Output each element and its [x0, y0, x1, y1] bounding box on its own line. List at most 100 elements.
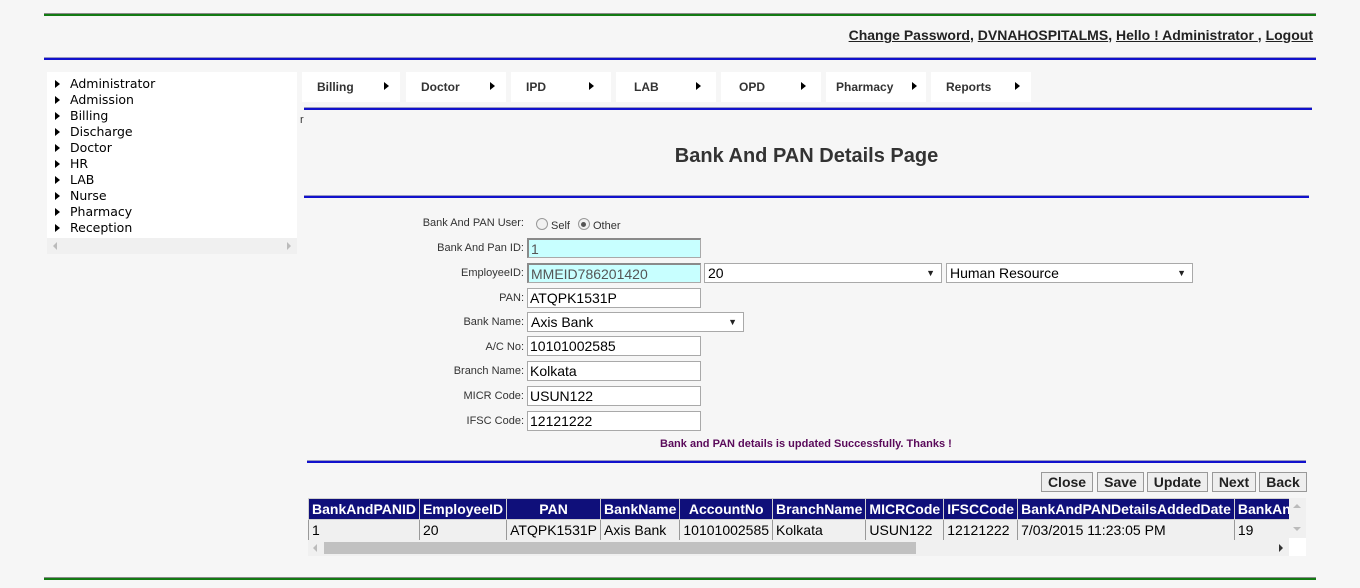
menu-billing[interactable]: Billing [302, 72, 400, 102]
user-type-row: Bank And PAN User: Self Other [300, 213, 700, 235]
scrollbar-thumb[interactable] [324, 542, 916, 554]
table-cell: 12121222 [943, 519, 1019, 540]
sidebar-item-lab[interactable]: LAB [47, 172, 297, 188]
expand-arrow-icon [55, 80, 60, 88]
micr-code-field[interactable] [527, 386, 701, 406]
column-header[interactable]: BankAndPANDetailsAddedDate [1017, 498, 1235, 520]
bank-details-grid: BankAndPANID EmployeeID PAN BankName Acc… [308, 498, 1306, 556]
pan-field[interactable] [527, 288, 701, 308]
sidebar-item-doctor[interactable]: Doctor [47, 140, 297, 156]
other-radio[interactable] [577, 218, 590, 230]
bank-name-select[interactable]: Axis Bank ▼ [527, 312, 744, 332]
submenu-arrow-icon [801, 82, 806, 90]
menu-opd[interactable]: OPD [721, 72, 821, 102]
ifsc-code-label: IFSC Code: [466, 415, 524, 427]
expand-arrow-icon [55, 144, 60, 152]
dropdown-arrow-icon: ▼ [1177, 268, 1186, 278]
self-radio-label[interactable]: Self [551, 220, 570, 232]
expand-arrow-icon [55, 160, 60, 168]
close-button[interactable]: Close [1041, 472, 1093, 492]
scroll-right-icon[interactable] [287, 242, 291, 250]
title-divider [304, 195, 1309, 198]
page-title: Bank And PAN Details Page [674, 145, 939, 167]
sidebar-item-billing[interactable]: Billing [47, 108, 297, 124]
scrollbar-corner [1289, 538, 1306, 556]
save-button[interactable]: Save [1097, 472, 1144, 492]
menu-pharmacy[interactable]: Pharmacy [826, 72, 926, 102]
sidebar-horizontal-scrollbar[interactable] [47, 238, 297, 254]
table-cell: 7/03/2015 11:23:05 PM [1017, 519, 1235, 540]
submenu-arrow-icon [589, 82, 594, 90]
column-header[interactable]: AccountNo [679, 498, 774, 520]
grid-vertical-scrollbar[interactable] [1289, 498, 1306, 538]
hospital-name-link[interactable]: DVNAHOSPITALMS [978, 27, 1108, 43]
scroll-up-icon[interactable] [1293, 504, 1301, 508]
pan-label: PAN: [499, 292, 524, 304]
table-cell: Axis Bank [600, 519, 681, 540]
bank-pan-id-label: Bank And Pan ID: [437, 242, 524, 254]
table-cell: 1 [308, 519, 420, 540]
scroll-left-icon[interactable] [53, 242, 57, 250]
table-cell: 20 [418, 519, 508, 540]
logout-link[interactable]: Logout [1266, 27, 1313, 43]
column-header[interactable]: BranchName [772, 498, 867, 520]
expand-arrow-icon [55, 224, 60, 232]
change-password-link[interactable]: Change Password [849, 27, 970, 43]
sidebar-item-hr[interactable]: HR [47, 156, 297, 172]
user-type-label: Bank And PAN User: [422, 217, 524, 229]
back-button[interactable]: Back [1259, 472, 1307, 492]
expand-arrow-icon [55, 208, 60, 216]
menu-doctor[interactable]: Doctor [406, 72, 506, 102]
account-no-field[interactable] [527, 336, 701, 356]
other-radio-label[interactable]: Other [593, 220, 621, 232]
column-header[interactable]: BankAndPANID [308, 498, 420, 520]
bank-pan-id-field[interactable] [527, 238, 701, 258]
menu-reports[interactable]: Reports [931, 72, 1031, 102]
table-cell: Kolkata [772, 519, 867, 540]
hello-user-link[interactable]: Hello ! Administrator [1116, 27, 1258, 43]
sidebar-item-reception[interactable]: Reception [47, 220, 297, 236]
sidebar-item-pharmacy[interactable]: Pharmacy [47, 204, 297, 220]
expand-arrow-icon [55, 128, 60, 136]
submenu-arrow-icon [696, 82, 701, 90]
sidebar-item-discharge[interactable]: Discharge [47, 124, 297, 140]
column-header[interactable]: PAN [506, 498, 602, 520]
column-header[interactable]: IFSCCode [943, 498, 1019, 520]
scroll-down-icon[interactable] [1293, 527, 1301, 531]
next-button[interactable]: Next [1212, 472, 1256, 492]
link-separator: , [969, 27, 978, 43]
sidebar-item-administrator[interactable]: Administrator [47, 76, 297, 92]
table-cell: 10101002585 [679, 519, 774, 540]
branch-name-field[interactable] [527, 361, 701, 381]
employee-select[interactable]: 20 ▼ [704, 263, 942, 283]
submenu-arrow-icon [1015, 82, 1020, 90]
scroll-left-icon[interactable] [313, 544, 317, 552]
link-separator: , [1108, 27, 1116, 43]
table-cell: ATQPK1531P [506, 519, 602, 540]
menu-lab[interactable]: LAB [616, 72, 716, 102]
self-radio[interactable] [536, 218, 548, 230]
grid-horizontal-scrollbar[interactable] [308, 540, 1289, 556]
department-select[interactable]: Human Resource ▼ [946, 263, 1193, 283]
menu-ipd[interactable]: IPD [511, 72, 611, 102]
submenu-arrow-icon [384, 82, 389, 90]
stray-text: r [300, 114, 304, 126]
column-header[interactable]: BankName [600, 498, 681, 520]
employee-id-field[interactable] [527, 263, 701, 283]
dropdown-arrow-icon: ▼ [728, 317, 737, 327]
account-no-label: A/C No: [485, 341, 524, 353]
column-header[interactable]: MICRCode [865, 498, 945, 520]
table-header-row: BankAndPANID EmployeeID PAN BankName Acc… [308, 498, 1306, 520]
update-button[interactable]: Update [1147, 472, 1208, 492]
link-separator: , [1257, 27, 1266, 43]
dropdown-arrow-icon: ▼ [926, 268, 935, 278]
table-row[interactable]: 1 20 ATQPK1531P Axis Bank 10101002585 Ko… [308, 519, 1306, 540]
scroll-right-icon[interactable] [1279, 544, 1283, 552]
sidebar-item-admission[interactable]: Admission [47, 92, 297, 108]
expand-arrow-icon [55, 192, 60, 200]
expand-arrow-icon [55, 96, 60, 104]
sidebar-item-nurse[interactable]: Nurse [47, 188, 297, 204]
column-header[interactable]: EmployeeID [418, 498, 508, 520]
ifsc-code-field[interactable] [527, 411, 701, 431]
bank-details-table: BankAndPANID EmployeeID PAN BankName Acc… [308, 498, 1306, 540]
